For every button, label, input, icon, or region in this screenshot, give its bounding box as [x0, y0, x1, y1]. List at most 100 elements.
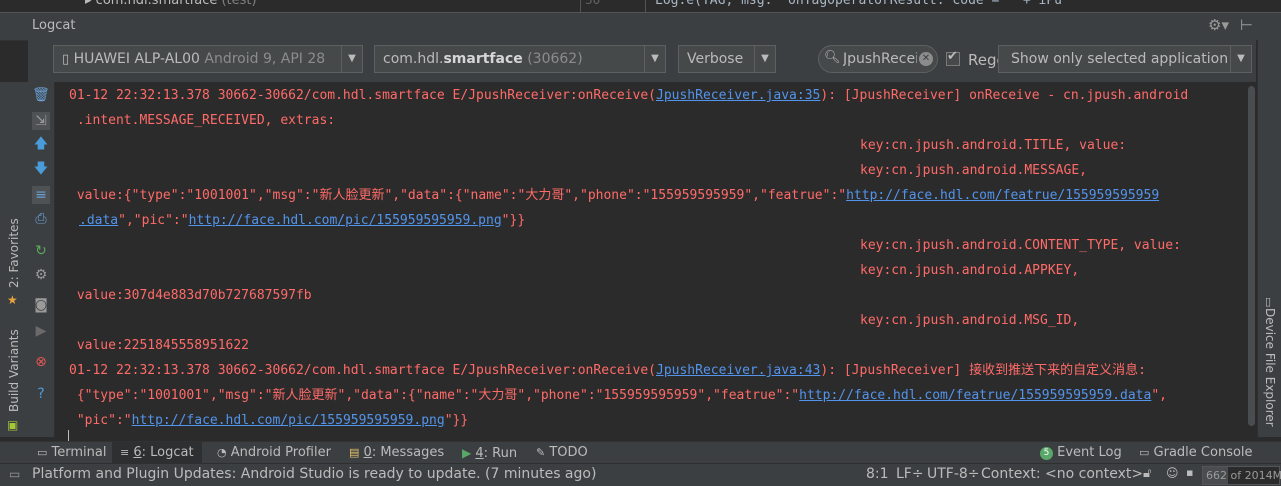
search-input[interactable]: 🔍︎ JpushReceiver ✕: [818, 45, 938, 73]
arrow-down-icon[interactable]: 🡇: [32, 160, 50, 178]
line-separator[interactable]: LF÷: [896, 466, 924, 482]
gradle-icon: ▭: [1139, 446, 1150, 459]
log-output[interactable]: 01-12 22:32:13.378 30662-30662/com.hdl.s…: [55, 82, 1247, 437]
tab-label: : Logcat: [141, 445, 194, 460]
tab-run[interactable]: ▶ 4: Run: [462, 442, 517, 464]
url-link[interactable]: http://face.hdl.com/featrue/155959595959…: [799, 388, 1151, 403]
build-variants-tab[interactable]: Build Variants: [7, 329, 21, 412]
logcat-side-toolbar: 🗑︎ ⇲ 🡅 🡇 ≡ ⎙ ↻ ⚙ ◙ ▶ ⊗ ?: [28, 82, 55, 437]
url-link[interactable]: http://face.hdl.com/pic/155959595959.png: [189, 213, 502, 228]
trash-icon[interactable]: 🗑︎: [32, 86, 50, 104]
close-icon[interactable]: ⊗: [32, 353, 50, 371]
source-link[interactable]: JpushReceiver.java:35: [656, 88, 820, 103]
restart-icon[interactable]: ↻: [32, 242, 50, 260]
panel-title: Logcat: [32, 18, 76, 33]
tool-window-tabs: ▭ Terminal ≡ 6: Logcat ◔ Android Profile…: [0, 441, 1281, 464]
device-icon: ▯: [1265, 295, 1272, 308]
phone-icon: ▯: [62, 52, 70, 67]
checkbox-box[interactable]: ✔: [946, 49, 960, 66]
tab-android-profiler[interactable]: ◔ Android Profiler: [217, 442, 331, 464]
build-variants-label: Build Variants: [7, 329, 21, 412]
camera-icon[interactable]: ◙: [32, 296, 50, 314]
log-line: value:307d4e883d70b727687597fb: [69, 288, 312, 303]
inspector-icon[interactable]: ☺: [1166, 466, 1179, 480]
chevron-down-icon: ▼: [754, 46, 775, 72]
caret-position[interactable]: 8:1: [866, 466, 889, 482]
android-icon: ▣: [7, 418, 19, 432]
filter-selector[interactable]: Show only selected application ▼: [998, 45, 1252, 73]
tab-label: Gradle Console: [1153, 445, 1253, 460]
chevron-down-icon: ▼: [644, 46, 665, 72]
arrow-up-icon[interactable]: 🡅: [32, 135, 50, 153]
tab-gradle-console[interactable]: ▭ Gradle Console: [1139, 442, 1253, 464]
event-icon[interactable]: ▪: [1186, 466, 1193, 479]
hide-panel-icon[interactable]: ⊢: [1240, 16, 1253, 34]
tab-number: 6: [133, 445, 142, 460]
chevron-down-icon: ▼: [1230, 46, 1251, 72]
star-icon: ★: [7, 293, 18, 307]
log-line: key:cn.jpush.android.TITLE, value:: [860, 138, 1127, 153]
scrollbar-thumb[interactable]: [1248, 86, 1255, 426]
tab-event-log[interactable]: 5 Event Log: [1040, 442, 1122, 464]
status-message[interactable]: Platform and Plugin Updates: Android Stu…: [32, 466, 596, 482]
log-line: .data","pic":"http://face.hdl.com/pic/15…: [79, 213, 526, 228]
tab-number: 4: [475, 446, 484, 461]
file-encoding[interactable]: UTF-8÷: [927, 466, 980, 482]
clear-search-icon[interactable]: ✕: [919, 52, 933, 66]
log-line: .intent.MESSAGE_RECEIVED, extras:: [69, 113, 336, 128]
divider: [645, 0, 646, 12]
help-icon[interactable]: ?: [32, 385, 50, 403]
log-line: 01-12 22:32:13.378 30662-30662/com.hdl.s…: [69, 88, 1189, 103]
tab-terminal[interactable]: ▭ Terminal: [33, 442, 111, 464]
process-prefix: com.hdl.: [383, 51, 444, 67]
logcat-toolbar: ▯ HUAWEI ALP-AL00 Android 9, API 28 ▼ co…: [28, 40, 1256, 82]
run-icon: ▶: [462, 446, 472, 460]
process-selector[interactable]: com.hdl.smartface (30662) ▼: [374, 45, 666, 73]
chevron-down-icon: ▼: [341, 46, 362, 72]
tab-label: Event Log: [1057, 445, 1122, 460]
device-file-explorer-label: Device File Explorer: [1263, 308, 1277, 427]
process-pid: (30662): [527, 51, 583, 67]
url-link[interactable]: http://face.hdl.com/featrue/155959595959: [846, 188, 1159, 203]
tab-messages[interactable]: ▤ 0: Messages: [349, 442, 444, 464]
search-value: JpushReceiver: [843, 51, 917, 67]
log-line: key:cn.jpush.android.MESSAGE,: [860, 163, 1087, 178]
vertical-scrollbar[interactable]: [1247, 82, 1257, 437]
event-log-badge: 5: [1040, 447, 1053, 460]
memory-label: 662 of 2014M: [1206, 469, 1281, 482]
tab-todo[interactable]: ✎ TODO: [536, 442, 588, 464]
context-indicator[interactable]: Context: <no context>: [981, 466, 1143, 482]
source-link[interactable]: JpushReceiver.java:43: [656, 363, 820, 378]
print-icon[interactable]: ⎙: [32, 210, 50, 228]
log-level-selector[interactable]: Verbose ▼: [678, 45, 776, 73]
logcat-icon: ≡: [120, 446, 130, 459]
right-tool-strip: ▯ Device File Explorer: [1257, 40, 1281, 437]
lock-icon[interactable]: 🔓︎: [1143, 466, 1151, 481]
log-line: value:2251845558951622: [69, 338, 250, 353]
log-level-value: Verbose: [687, 51, 744, 67]
url-link[interactable]: http://face.hdl.com/pic/155959595959.png: [132, 413, 445, 428]
soft-wrap-icon[interactable]: ≡: [32, 186, 50, 204]
project-tree-item[interactable]: ▸ com.hdl.smartface (test): [85, 0, 257, 8]
todo-icon: ✎: [536, 446, 546, 459]
process-name: smartface: [443, 51, 523, 67]
filter-value: Show only selected application: [1011, 51, 1229, 67]
favorites-tab[interactable]: 2: Favorites: [7, 218, 21, 288]
device-selector[interactable]: ▯ HUAWEI ALP-AL00 Android 9, API 28 ▼: [53, 45, 363, 73]
settings-icon[interactable]: ⚙: [32, 266, 50, 284]
device-detail: Android 9, API 28: [204, 51, 326, 67]
scroll-to-end-icon[interactable]: ⇲: [32, 112, 50, 130]
memory-indicator[interactable]: 662 of 2014M: [1202, 466, 1281, 485]
record-icon[interactable]: ▶: [32, 322, 50, 340]
editor-remnant: ▸ com.hdl.smartface (test) 30 Log.e(TAG,…: [0, 0, 1281, 12]
device-file-explorer-tab[interactable]: Device File Explorer: [1263, 308, 1277, 427]
logcat-panel-header: Logcat ⚙▾ ⊢: [0, 12, 1281, 41]
checkmark-icon: ✔: [947, 49, 958, 64]
gear-icon[interactable]: ⚙▾: [1208, 16, 1229, 34]
log-line: "pic":"http://face.hdl.com/pic/155959595…: [69, 413, 469, 428]
line-number: 30: [585, 0, 601, 7]
url-link[interactable]: .data: [79, 213, 118, 228]
window-icon[interactable]: ▭: [9, 467, 20, 481]
log-line: {"type":"1001001","msg":"新人脸更新","data":{…: [69, 388, 1167, 403]
tab-logcat[interactable]: ≡ 6: Logcat: [112, 442, 202, 464]
